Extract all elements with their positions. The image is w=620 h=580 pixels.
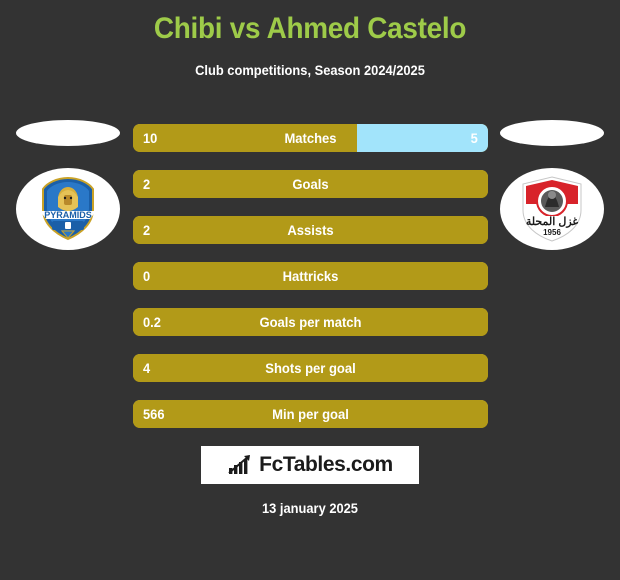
stat-label: Min per goal (272, 406, 349, 422)
generated-date: 13 january 2025 (262, 500, 358, 516)
page-title: Chibi vs Ahmed Castelo (153, 12, 467, 45)
fctables-brand-text: FcTables.com (259, 453, 393, 476)
stat-row[interactable]: 10 Matches 5 (133, 124, 488, 152)
stat-comparison-card: Chibi vs Ahmed Castelo Club competitions… (0, 0, 620, 580)
home-team-column: PYRAMIDS (8, 112, 128, 250)
svg-text:1956: 1956 (543, 228, 561, 237)
svg-text:PYRAMIDS: PYRAMIDS (44, 210, 92, 220)
ghazl-el-mahalla-crest-icon: غزل المحلة 1956 (522, 176, 582, 242)
away-flag-ellipse (500, 120, 604, 146)
stat-label: Assists (287, 222, 334, 238)
home-flag-ellipse (16, 120, 120, 146)
stat-label: Goals (292, 176, 329, 192)
stats-bar-list: 10 Matches 5 2 Goals 2 Assists 0 Hattric… (133, 124, 488, 446)
stat-label: Goals per match (259, 314, 362, 330)
stat-label: Hattricks (282, 268, 339, 284)
stat-row[interactable]: 4 Shots per goal (133, 354, 488, 382)
stat-label: Shots per goal (265, 360, 356, 376)
stat-label: Matches (284, 130, 337, 146)
stat-value-away: 5 (470, 130, 478, 146)
bar-chart-growth-icon (228, 455, 251, 474)
stat-row[interactable]: 566 Min per goal (133, 400, 488, 428)
page-subtitle: Club competitions, Season 2024/2025 (195, 62, 425, 78)
stat-row[interactable]: 0.2 Goals per match (133, 308, 488, 336)
home-team-crest[interactable]: PYRAMIDS (16, 168, 120, 250)
stat-row[interactable]: 0 Hattricks (133, 262, 488, 290)
stat-row[interactable]: 2 Assists (133, 216, 488, 244)
fctables-logo[interactable]: FcTables.com (201, 446, 419, 484)
svg-text:غزل المحلة: غزل المحلة (526, 216, 579, 228)
stat-row[interactable]: 2 Goals (133, 170, 488, 198)
away-team-column: غزل المحلة 1956 (492, 112, 612, 250)
away-team-crest[interactable]: غزل المحلة 1956 (500, 168, 604, 250)
pyramids-fc-crest-icon: PYRAMIDS (40, 176, 96, 241)
